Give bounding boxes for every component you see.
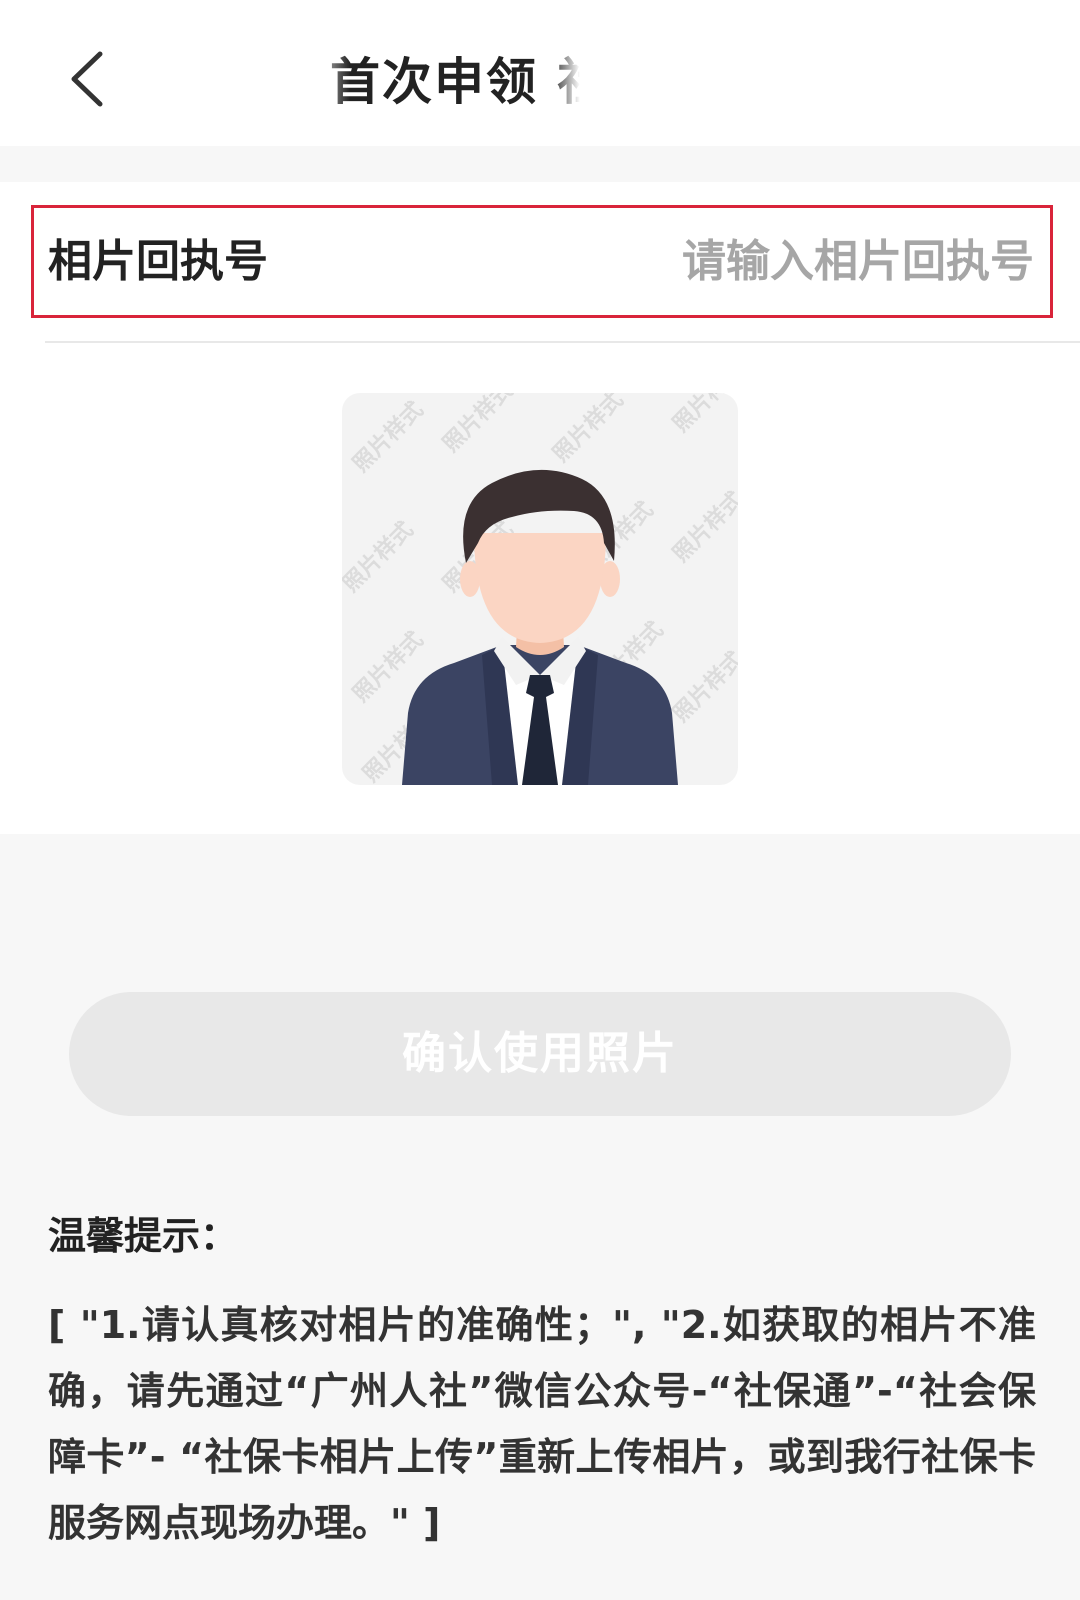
watermark-text: 照片样式 bbox=[668, 647, 738, 728]
page-title: 首次申领 社 bbox=[330, 46, 750, 118]
chevron-left-icon bbox=[71, 51, 103, 107]
tips-body: [ "1.请认真核对相片的准确性；", "2.如获取的相片不准确，请先通过“广州… bbox=[48, 1303, 1036, 1545]
back-button[interactable] bbox=[60, 44, 120, 114]
page-title-text: 首次申领 社 bbox=[330, 53, 610, 111]
watermark-text: 照片样式 bbox=[438, 393, 519, 457]
watermark-text: 照片样式 bbox=[668, 487, 738, 568]
watermark-text: 照片样式 bbox=[342, 517, 418, 598]
watermark-text: 照片样式 bbox=[668, 393, 738, 437]
tips-title: 温馨提示： bbox=[48, 1214, 239, 1258]
watermark-text: 照片样式 bbox=[548, 393, 629, 467]
person-avatar-illustration: 照片样式 照片样式 照片样式 照片样式照片样式 照片样式 照片样式照片样式 照片样式 照片样式… bbox=[342, 393, 738, 785]
receipt-number-row: 相片回执号 bbox=[31, 205, 1053, 318]
receipt-number-label: 相片回执号 bbox=[48, 236, 268, 287]
divider bbox=[45, 341, 1080, 343]
top-bar: 首次申领 社 bbox=[0, 0, 1080, 146]
receipt-number-input[interactable] bbox=[474, 230, 1034, 292]
confirm-photo-button[interactable]: 确认使用照片 bbox=[69, 992, 1011, 1116]
watermark-text: 照片样式 bbox=[348, 397, 429, 478]
photo-sample: 照片样式 照片样式 照片样式 照片样式 照片样式 照片样式 照片样式 照片样式 照片样式 照片样式… bbox=[342, 393, 738, 785]
